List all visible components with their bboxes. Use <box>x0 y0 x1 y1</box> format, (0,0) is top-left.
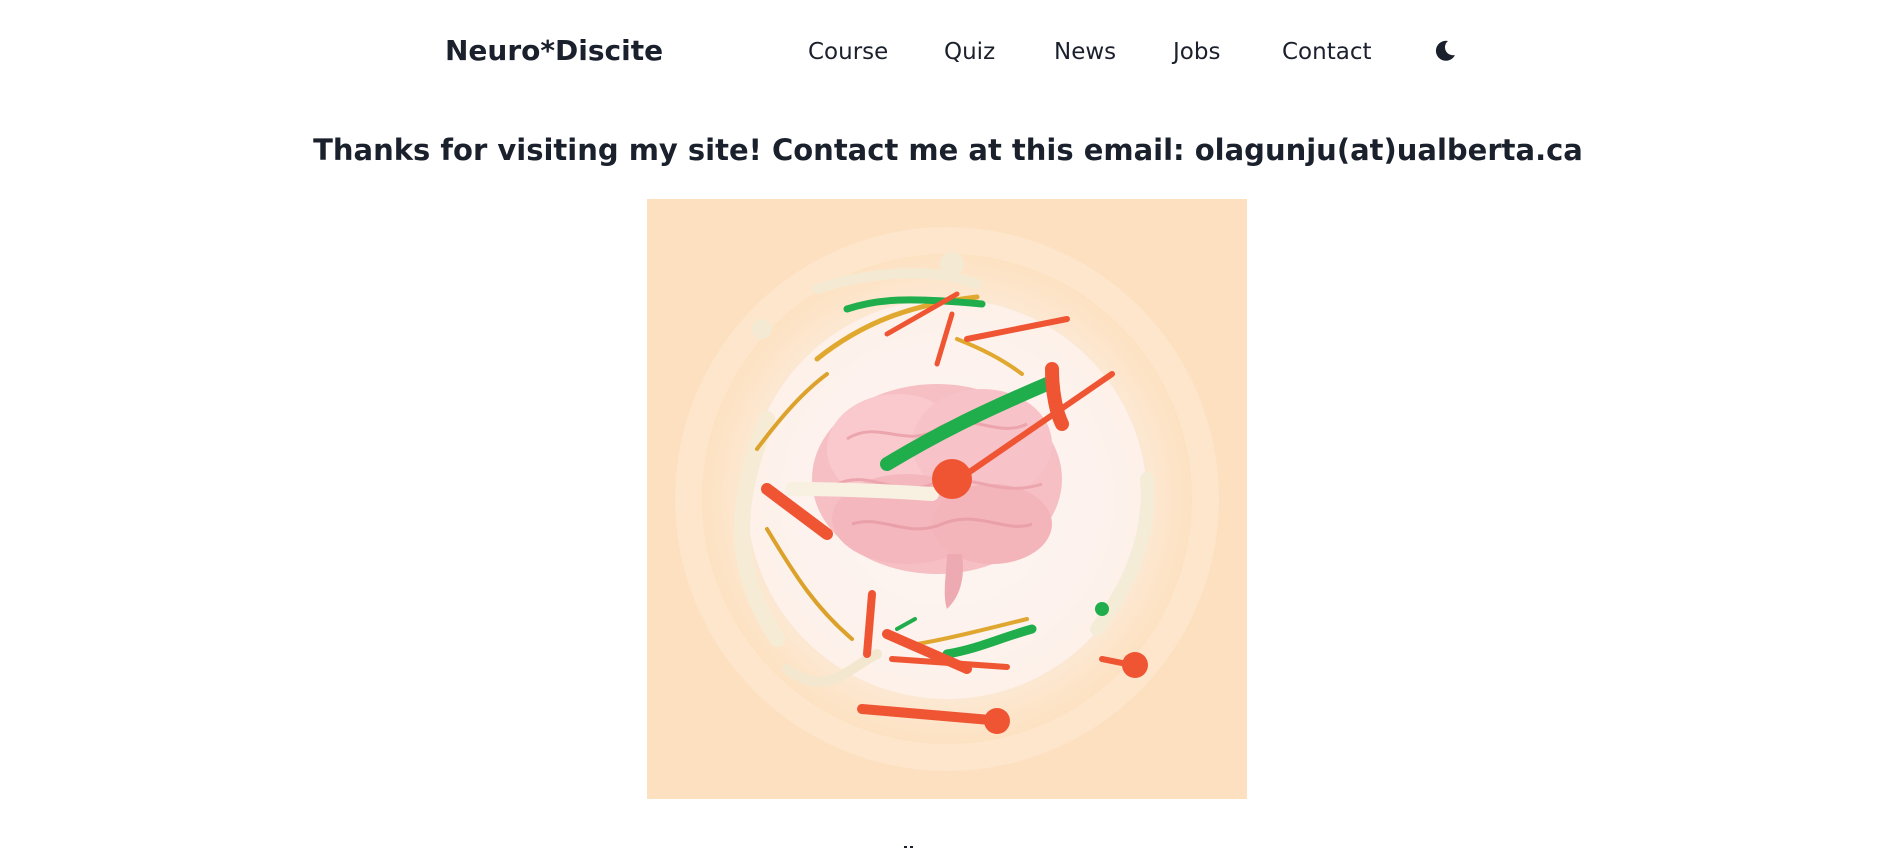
navbar: Neuro*Discite Course Quiz News Jobs Cont… <box>0 0 1896 106</box>
next-heading-fragment <box>900 838 920 848</box>
brain-illustration <box>647 199 1247 799</box>
nav-link-news[interactable]: News <box>1054 39 1116 65</box>
moon-icon <box>1435 40 1455 61</box>
theme-toggle-button[interactable] <box>1432 38 1458 64</box>
page-heading: Thanks for visiting my site! Contact me … <box>313 133 1583 167</box>
nav-link-course[interactable]: Course <box>808 39 888 65</box>
hero-image <box>647 199 1247 799</box>
nav-link-quiz[interactable]: Quiz <box>944 39 995 65</box>
brand-logo[interactable]: Neuro*Discite <box>445 34 663 67</box>
nav-link-contact[interactable]: Contact <box>1282 39 1371 65</box>
nav-link-jobs[interactable]: Jobs <box>1173 39 1220 65</box>
